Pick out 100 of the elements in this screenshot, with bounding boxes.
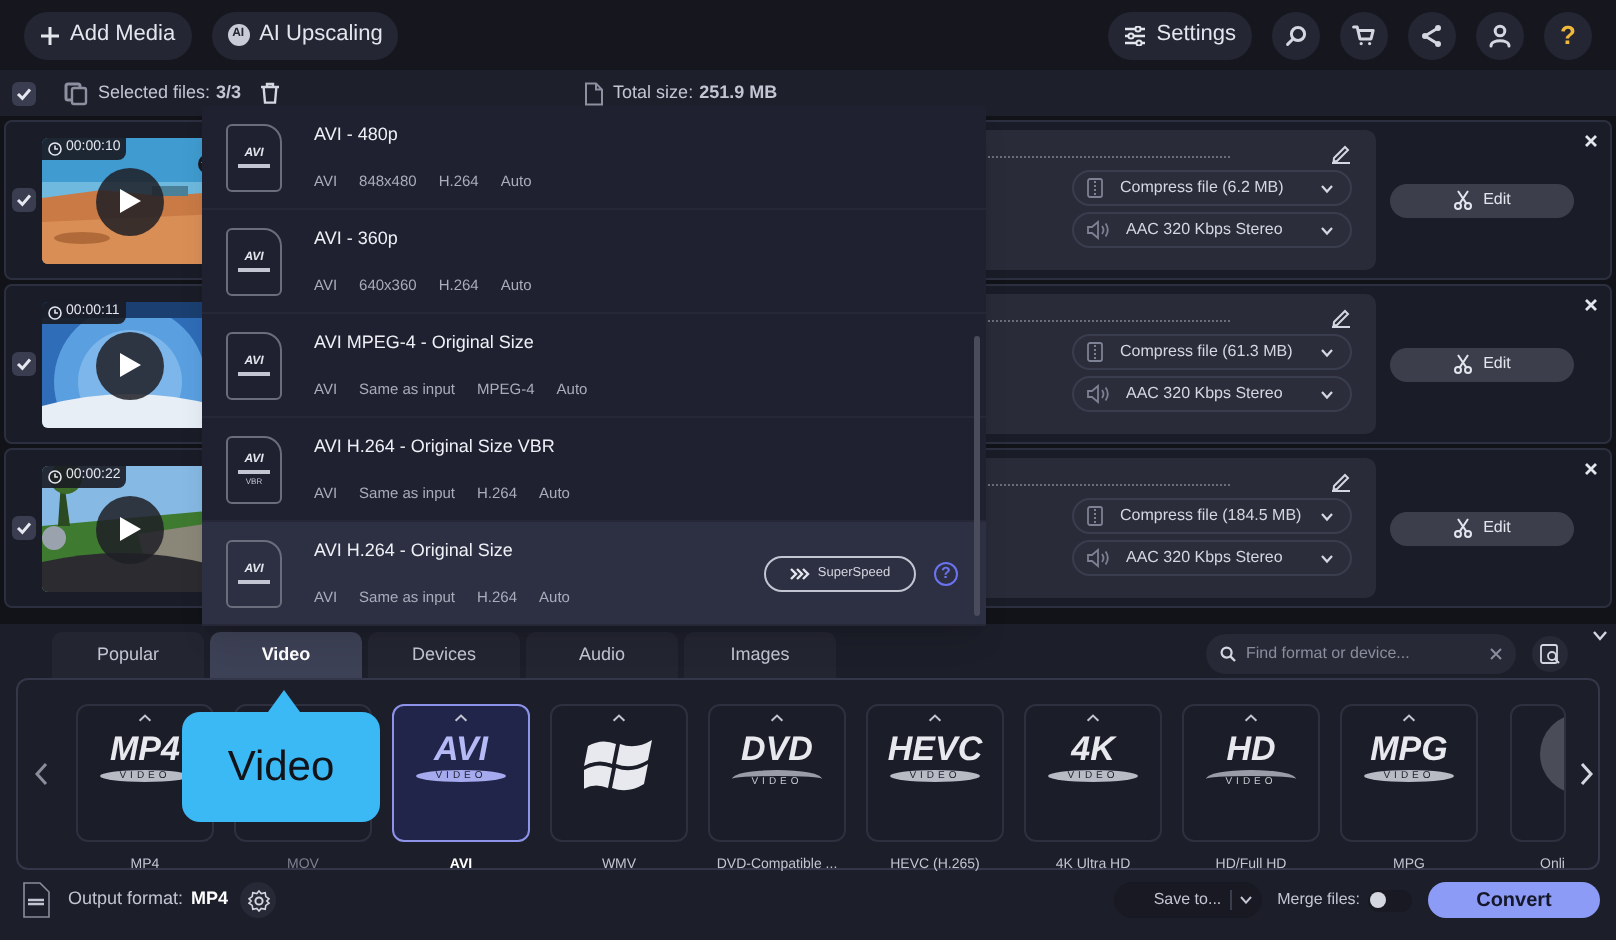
- chevron-left-icon[interactable]: [34, 762, 48, 786]
- gear-icon: [247, 889, 270, 911]
- format-tab[interactable]: Video: [210, 632, 362, 678]
- scrollbar[interactable]: [974, 336, 980, 616]
- chevron-down-icon: [1239, 896, 1252, 904]
- format-tile[interactable]: [1510, 704, 1566, 842]
- audio-dropdown[interactable]: AAC 320 Kbps Stereo: [1072, 212, 1352, 248]
- play-icon: [118, 188, 142, 214]
- zip-icon: [1086, 178, 1104, 198]
- chevron-down-icon: [1320, 225, 1334, 235]
- chevron-right-icon[interactable]: [1580, 762, 1594, 786]
- settings-button[interactable]: Settings: [1108, 11, 1252, 59]
- format-tile[interactable]: [550, 704, 688, 842]
- cart-icon: [1352, 23, 1376, 47]
- audio-dropdown[interactable]: AAC 320 Kbps Stereo: [1072, 376, 1352, 412]
- clock-icon: [48, 469, 62, 483]
- edit-button[interactable]: Edit: [1390, 511, 1574, 545]
- search-field[interactable]: Find format or device...: [1206, 634, 1516, 674]
- file-icon: [583, 81, 604, 105]
- caret-up-icon: [612, 714, 626, 722]
- scissors-icon: [1453, 518, 1472, 538]
- find-device-button[interactable]: [1532, 636, 1568, 672]
- checkbox[interactable]: [12, 516, 36, 540]
- help-button[interactable]: ?: [1544, 11, 1592, 59]
- chevron-down-icon: [1320, 389, 1334, 399]
- pencil-icon[interactable]: [1330, 306, 1352, 328]
- search-icon: [1220, 646, 1236, 662]
- search-button[interactable]: [1272, 11, 1320, 59]
- device-search-icon: [1540, 644, 1560, 664]
- close-icon[interactable]: [1584, 462, 1598, 476]
- compress-dropdown[interactable]: Compress file (184.5 MB): [1072, 498, 1352, 534]
- clear-icon[interactable]: [1490, 648, 1502, 660]
- edit-button[interactable]: Edit: [1390, 347, 1574, 381]
- convert-button[interactable]: Convert: [1428, 882, 1600, 918]
- preset-title: AVI - 360p: [314, 225, 400, 252]
- preset-title: AVI H.264 - Original Size: [314, 537, 515, 564]
- account-button[interactable]: [1476, 11, 1524, 59]
- preset-title: AVI - 480p: [314, 121, 400, 148]
- chevron-down-icon: [1320, 511, 1334, 521]
- share-icon: [1420, 23, 1444, 47]
- account-icon: [1488, 23, 1512, 47]
- preset-title: AVI MPEG-4 - Original Size: [314, 329, 536, 356]
- caret-up-icon: [928, 714, 942, 722]
- format-file-icon: [22, 882, 50, 918]
- selected-files-count: 3/3: [216, 79, 242, 106]
- settings-icon: [1124, 25, 1147, 45]
- zip-icon: [1086, 506, 1104, 526]
- audio-dropdown[interactable]: AAC 320 Kbps Stereo: [1072, 540, 1352, 576]
- pencil-icon[interactable]: [1330, 470, 1352, 492]
- caret-up-icon: [138, 714, 152, 722]
- output-format-value: MP4: [191, 886, 229, 913]
- cart-button[interactable]: [1340, 11, 1388, 59]
- format-tab[interactable]: Popular: [52, 632, 204, 678]
- files-icon: [64, 81, 88, 105]
- caret-up-icon: [1244, 714, 1258, 722]
- format-settings-button[interactable]: [240, 882, 277, 918]
- zip-icon: [1086, 342, 1104, 362]
- merge-files-label: Merge files:: [1277, 888, 1360, 912]
- caret-up-icon: [770, 714, 784, 722]
- pencil-icon[interactable]: [1330, 142, 1352, 164]
- chevron-down-icon: [1320, 347, 1334, 357]
- play-icon: [118, 516, 142, 542]
- video-tooltip: Video: [182, 690, 380, 822]
- scissors-icon: [1453, 190, 1472, 210]
- compress-dropdown[interactable]: Compress file (6.2 MB): [1072, 170, 1352, 206]
- edit-button[interactable]: Edit: [1390, 183, 1574, 217]
- checkbox[interactable]: [12, 81, 36, 105]
- preset-title: AVI H.264 - Original Size VBR: [314, 433, 557, 460]
- save-to-button[interactable]: Save to...: [1113, 882, 1262, 918]
- plus-icon: [40, 25, 60, 45]
- clock-icon: [48, 141, 62, 155]
- caret-up-icon: [1086, 714, 1100, 722]
- format-tab[interactable]: Devices: [368, 632, 520, 678]
- format-tab[interactable]: Images: [684, 632, 836, 678]
- trash-icon[interactable]: [259, 82, 280, 104]
- chevron-down-icon: [1320, 553, 1334, 563]
- search-input[interactable]: Find format or device...: [1246, 642, 1480, 666]
- collapse-icon[interactable]: [1592, 630, 1608, 642]
- speaker-icon: [1086, 384, 1110, 404]
- add-media-button[interactable]: Add Media: [24, 11, 192, 59]
- output-format-label: Output format:: [68, 886, 184, 913]
- speaker-icon: [1086, 548, 1110, 568]
- clock-icon: [48, 305, 62, 319]
- format-tab[interactable]: Audio: [526, 632, 678, 678]
- checkbox[interactable]: [12, 352, 36, 376]
- merge-toggle[interactable]: [1368, 889, 1412, 911]
- chevrons-icon: [789, 567, 810, 579]
- total-size-value: 251.9 MB: [699, 79, 778, 106]
- total-size-label: Total size:: [613, 79, 694, 106]
- close-icon[interactable]: [1584, 134, 1598, 148]
- selected-files-label: Selected files:: [98, 79, 211, 106]
- compress-dropdown[interactable]: Compress file (61.3 MB): [1072, 334, 1352, 370]
- close-icon[interactable]: [1584, 298, 1598, 312]
- checkbox[interactable]: [12, 188, 36, 212]
- scissors-icon: [1453, 354, 1472, 374]
- speaker-icon: [1086, 220, 1110, 240]
- play-icon: [118, 352, 142, 378]
- share-button[interactable]: [1408, 11, 1456, 59]
- chevron-down-icon: [1320, 183, 1334, 193]
- search-icon: [1284, 23, 1308, 47]
